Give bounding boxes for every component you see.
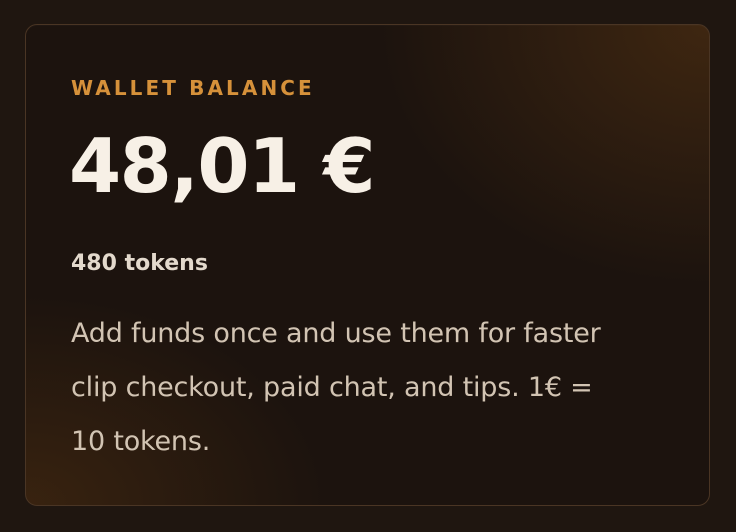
wallet-balance-card: WALLET BALANCE 48,01 € 480 tokens Add fu…: [25, 24, 710, 506]
wallet-balance-heading: WALLET BALANCE: [71, 76, 315, 100]
wallet-balance-amount: 48,01 €: [69, 122, 376, 210]
wallet-description: Add funds once and use them for faster c…: [71, 318, 601, 457]
wallet-token-count: 480 tokens: [71, 251, 208, 276]
